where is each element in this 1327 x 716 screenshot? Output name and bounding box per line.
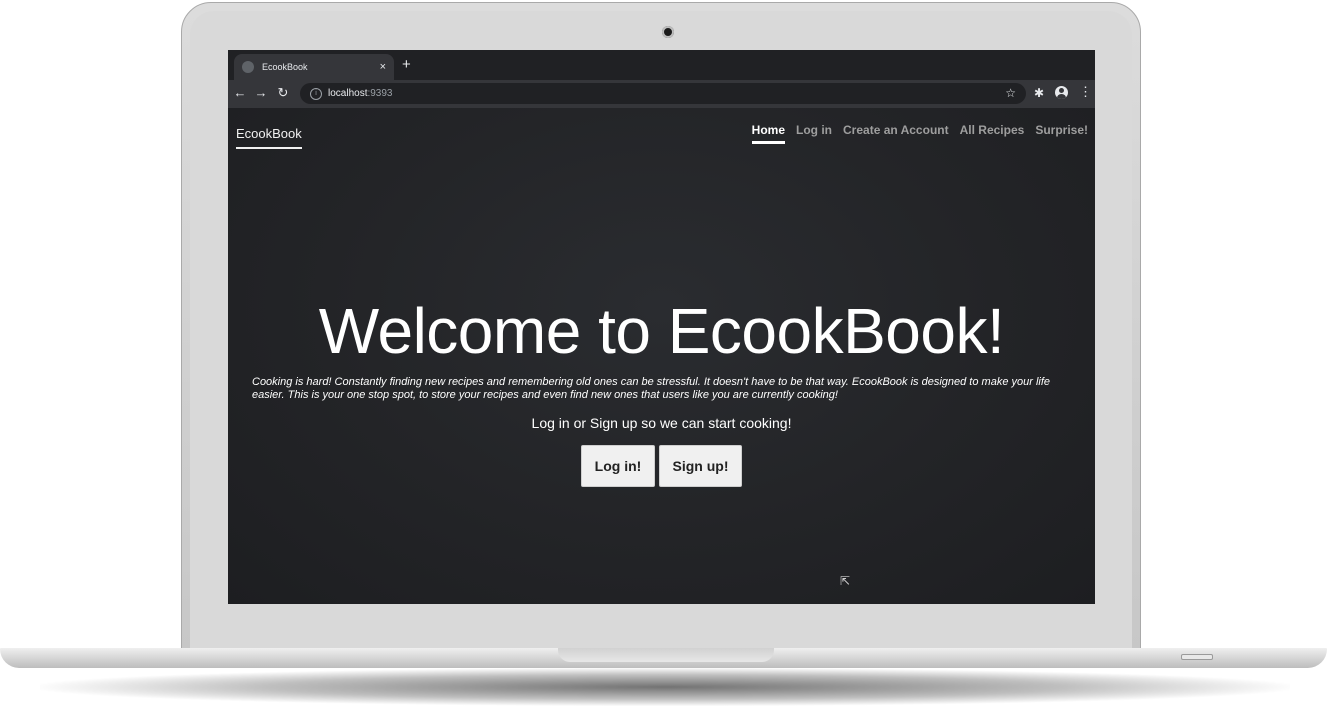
address-bar[interactable]: i localhost :9393 ☆ [300, 83, 1026, 104]
laptop-screen: EcookBook × + ← → ↻ i localhost :9393 ☆ … [228, 50, 1095, 604]
tab-title: EcookBook [262, 62, 308, 72]
url-port: :9393 [367, 88, 393, 99]
profile-icon[interactable] [1055, 86, 1068, 99]
navbar-brand[interactable]: EcookBook [236, 126, 302, 149]
nav-link-surprise[interactable]: Surprise! [1035, 123, 1088, 144]
browser-tab-bar: EcookBook × + [228, 50, 1095, 80]
laptop-led [1181, 654, 1213, 660]
new-tab-icon[interactable]: + [402, 56, 411, 73]
browser-tab[interactable]: EcookBook × [234, 54, 394, 80]
nav-link-create-account[interactable]: Create an Account [843, 123, 949, 144]
url-host: localhost [328, 88, 368, 99]
nav-link-log-in[interactable]: Log in [796, 123, 832, 144]
nav-link-all-recipes[interactable]: All Recipes [960, 123, 1025, 144]
bookmark-star-icon[interactable]: ☆ [1005, 86, 1016, 100]
laptop-base-notch [558, 648, 774, 662]
call-to-action-text: Log in or Sign up so we can start cookin… [531, 415, 792, 431]
mouse-cursor-icon: ⇱ [840, 574, 851, 588]
extensions-icon[interactable]: ✱ [1034, 86, 1044, 100]
login-button[interactable]: Log in! [581, 445, 655, 487]
browser-menu-icon[interactable]: ⋮ [1079, 84, 1092, 100]
nav-link-home[interactable]: Home [751, 123, 786, 144]
intro-paragraph: Cooking is hard! Constantly finding new … [252, 376, 1051, 401]
tab-close-icon[interactable]: × [380, 61, 386, 73]
signup-button[interactable]: Sign up! [659, 445, 742, 487]
navbar-links: Home Log in Create an Account All Recipe… [751, 123, 1088, 144]
reload-icon[interactable]: ↻ [275, 85, 291, 101]
camera-icon [662, 26, 674, 38]
back-icon[interactable]: ← [232, 85, 248, 100]
site-info-icon[interactable]: i [310, 87, 322, 100]
web-page: EcookBook Home Log in Create an Account … [228, 108, 1095, 604]
favicon-icon [242, 61, 254, 73]
page-title: Welcome to EcookBook! [318, 295, 1005, 367]
laptop-shadow [40, 668, 1290, 706]
browser-toolbar: ← → ↻ i localhost :9393 ☆ ✱ ⋮ [228, 80, 1095, 108]
forward-icon[interactable]: → [253, 85, 269, 100]
